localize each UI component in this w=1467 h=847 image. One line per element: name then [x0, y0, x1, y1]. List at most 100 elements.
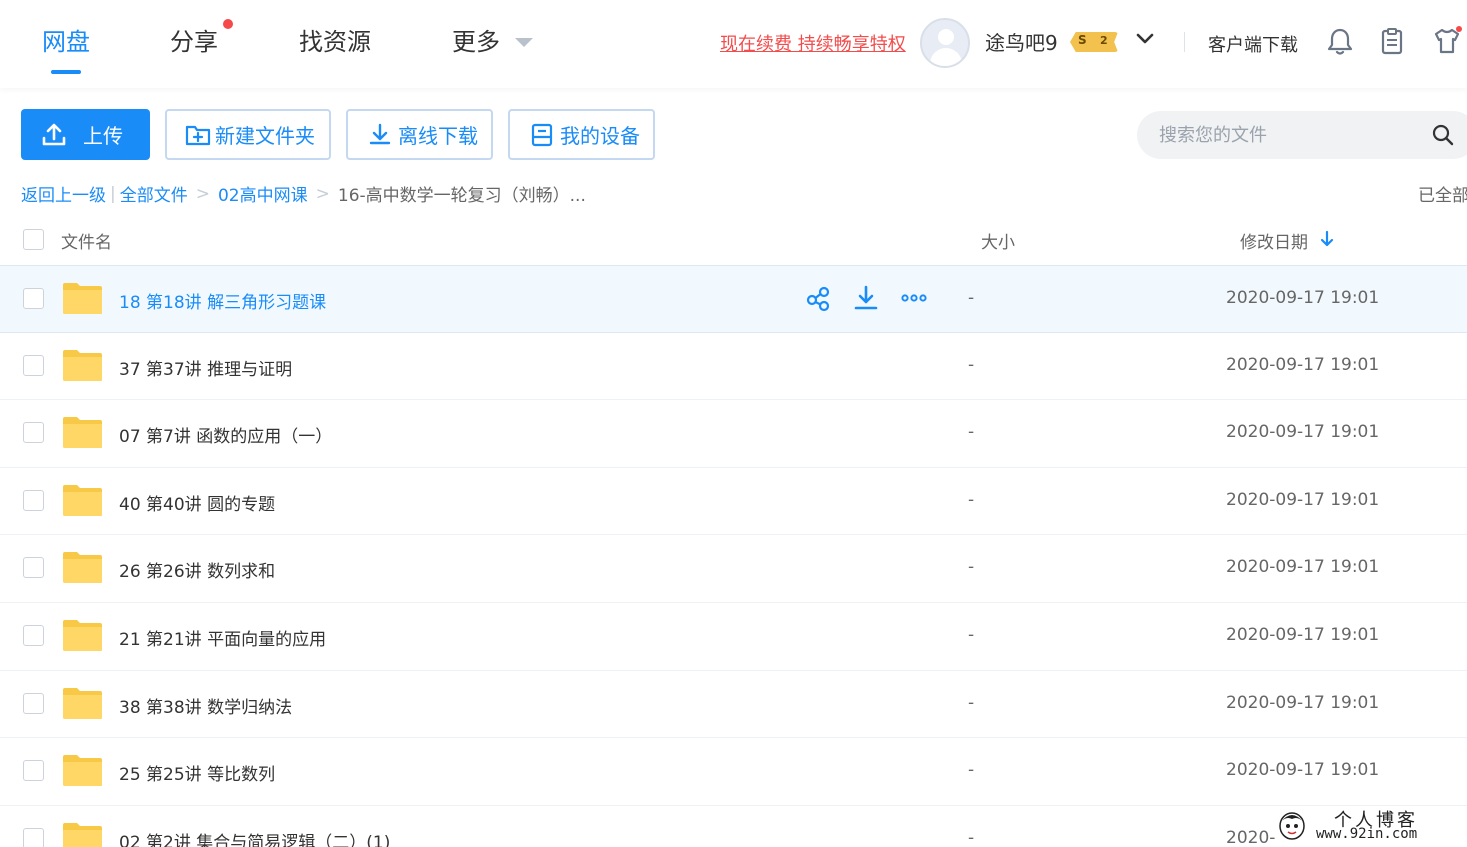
tab-find-resources[interactable]: 找资源	[299, 24, 371, 60]
row-checkbox[interactable]	[23, 827, 44, 847]
row-checkbox[interactable]	[23, 422, 44, 444]
tshirt-icon[interactable]	[1432, 26, 1462, 56]
tab-share[interactable]: 分享	[170, 24, 218, 60]
file-name[interactable]: 38 第38讲 数学归纳法	[119, 693, 292, 718]
more-icon[interactable]	[900, 284, 928, 312]
table-row[interactable]: 37 第37讲 推理与证明 - 2020-09-17 19:01	[0, 333, 1467, 401]
new-folder-button[interactable]: 新建文件夹	[165, 109, 331, 160]
top-nav-bar: 网盘 分享 找资源 更多 现在续费 持续畅享特权 途鸟吧9 S 2 客户端下载	[0, 0, 1467, 88]
vip-level: 2	[1100, 34, 1108, 47]
file-size: -	[968, 692, 975, 713]
row-checkbox[interactable]	[23, 625, 44, 646]
search-icon[interactable]	[1432, 124, 1454, 146]
table-row[interactable]: 07 第7讲 函数的应用（一） - 2020-09-17 19:01	[0, 400, 1467, 468]
folder-icon	[63, 349, 102, 381]
file-size: -	[968, 288, 975, 308]
share-icon[interactable]	[804, 284, 832, 312]
file-size: -	[968, 760, 975, 781]
file-name[interactable]: 25 第25讲 等比数列	[119, 760, 275, 785]
row-checkbox[interactable]	[23, 354, 44, 376]
file-modified-date: 2020-09-17 19:01	[1226, 422, 1380, 443]
search-input[interactable]	[1159, 121, 1419, 149]
folder-icon	[63, 552, 102, 584]
bell-icon[interactable]	[1325, 26, 1355, 56]
table-row[interactable]: 26 第26讲 数列求和 - 2020-09-17 19:01	[0, 535, 1467, 603]
download-icon[interactable]	[852, 284, 880, 312]
avatar[interactable]	[920, 18, 970, 68]
file-name[interactable]: 40 第40讲 圆的专题	[119, 490, 275, 515]
column-header-size[interactable]: 大小	[981, 228, 1015, 253]
username[interactable]: 途鸟吧9	[985, 27, 1058, 56]
client-download-link[interactable]: 客户端下载	[1208, 31, 1298, 57]
download-icon	[369, 123, 391, 144]
avatar-head-shape	[938, 29, 954, 45]
folder-icon	[63, 755, 102, 787]
upload-label: 上传	[83, 124, 123, 148]
breadcrumb-divider: |	[110, 183, 116, 204]
upload-button[interactable]: 上传	[21, 109, 150, 160]
file-name[interactable]: 21 第21讲 平面向量的应用	[119, 625, 326, 650]
table-row[interactable]: 18 第18讲 解三角形习题课 - 2020-09-17 19:01	[0, 265, 1467, 333]
table-row[interactable]: 02 第2讲 集合与简易逻辑（二）(1) - 2020-	[0, 806, 1467, 847]
file-modified-date: 2020-09-17 19:01	[1226, 625, 1380, 645]
table-row[interactable]: 21 第21讲 平面向量的应用 - 2020-09-17 19:01	[0, 603, 1467, 671]
file-name[interactable]: 37 第37讲 推理与证明	[119, 355, 292, 380]
notification-dot	[223, 19, 233, 29]
file-name[interactable]: 18 第18讲 解三角形习题课	[119, 288, 326, 313]
file-name[interactable]: 07 第7讲 函数的应用（一）	[119, 422, 332, 447]
breadcrumb-back-link[interactable]: 返回上一级	[21, 181, 106, 206]
table-row[interactable]: 25 第25讲 等比数列 - 2020-09-17 19:01	[0, 738, 1467, 806]
folder-icon	[63, 484, 102, 516]
file-size: -	[968, 489, 975, 510]
tab-more[interactable]: 更多	[452, 24, 500, 60]
clipboard-icon[interactable]	[1377, 26, 1407, 56]
file-modified-date: 2020-09-17 19:01	[1226, 288, 1380, 308]
file-modified-date: 2020-09-17 19:01	[1226, 557, 1380, 578]
file-name[interactable]: 02 第2讲 集合与简易逻辑（二）(1)	[119, 828, 390, 847]
file-size: -	[968, 557, 975, 578]
breadcrumb-separator: >	[315, 183, 330, 204]
chevron-down-icon[interactable]	[1136, 30, 1154, 48]
divider	[1184, 32, 1185, 52]
renew-promo-link[interactable]: 现在续费 持续畅享特权	[720, 30, 906, 56]
row-checkbox[interactable]	[23, 288, 44, 309]
active-tab-indicator	[51, 70, 81, 74]
folder-icon	[63, 283, 102, 314]
select-all-checkbox[interactable]	[23, 229, 44, 250]
vip-badge[interactable]: S 2	[1070, 32, 1118, 52]
breadcrumb-item-course[interactable]: 02高中网课	[218, 181, 308, 206]
file-size: -	[968, 422, 975, 443]
avatar-body-shape	[930, 48, 962, 66]
folder-icon	[63, 822, 102, 847]
column-header-name[interactable]: 文件名	[61, 228, 112, 253]
row-checkbox[interactable]	[23, 489, 44, 511]
row-checkbox[interactable]	[23, 557, 44, 579]
file-name[interactable]: 26 第26讲 数列求和	[119, 557, 275, 582]
column-header-modified[interactable]: 修改日期	[1240, 228, 1308, 253]
caret-down-icon[interactable]	[515, 38, 533, 47]
file-size: -	[968, 625, 975, 645]
search-box	[1137, 111, 1467, 159]
upload-icon	[42, 123, 66, 145]
folder-icon	[63, 417, 102, 449]
folder-icon	[63, 620, 102, 651]
row-checkbox[interactable]	[23, 692, 44, 714]
row-checkbox[interactable]	[23, 760, 44, 782]
my-devices-button[interactable]: 我的设备	[508, 109, 655, 160]
breadcrumb-item-all-files[interactable]: 全部文件	[120, 181, 188, 206]
table-row[interactable]: 38 第38讲 数学归纳法 - 2020-09-17 19:01	[0, 671, 1467, 739]
offline-download-button[interactable]: 离线下载	[346, 109, 493, 160]
sort-down-arrow-icon[interactable]	[1320, 230, 1334, 248]
my-devices-label: 我的设备	[560, 124, 640, 148]
vip-symbol: S	[1078, 33, 1087, 47]
tab-netdisk[interactable]: 网盘	[42, 24, 90, 60]
row-actions	[804, 284, 934, 314]
breadcrumb: 返回上一级 | 全部文件 > 02高中网课 > 16-高中数学一轮复习（刘畅）.…	[21, 181, 586, 207]
loaded-all-status: 已全部	[1418, 186, 1467, 206]
table-row[interactable]: 40 第40讲 圆的专题 - 2020-09-17 19:01	[0, 468, 1467, 536]
device-icon	[531, 123, 553, 146]
file-size: -	[968, 827, 975, 847]
file-modified-date: 2020-	[1226, 827, 1276, 847]
watermark: 个人博客 www.92in.com	[1274, 806, 1464, 846]
file-modified-date: 2020-09-17 19:01	[1226, 692, 1380, 713]
